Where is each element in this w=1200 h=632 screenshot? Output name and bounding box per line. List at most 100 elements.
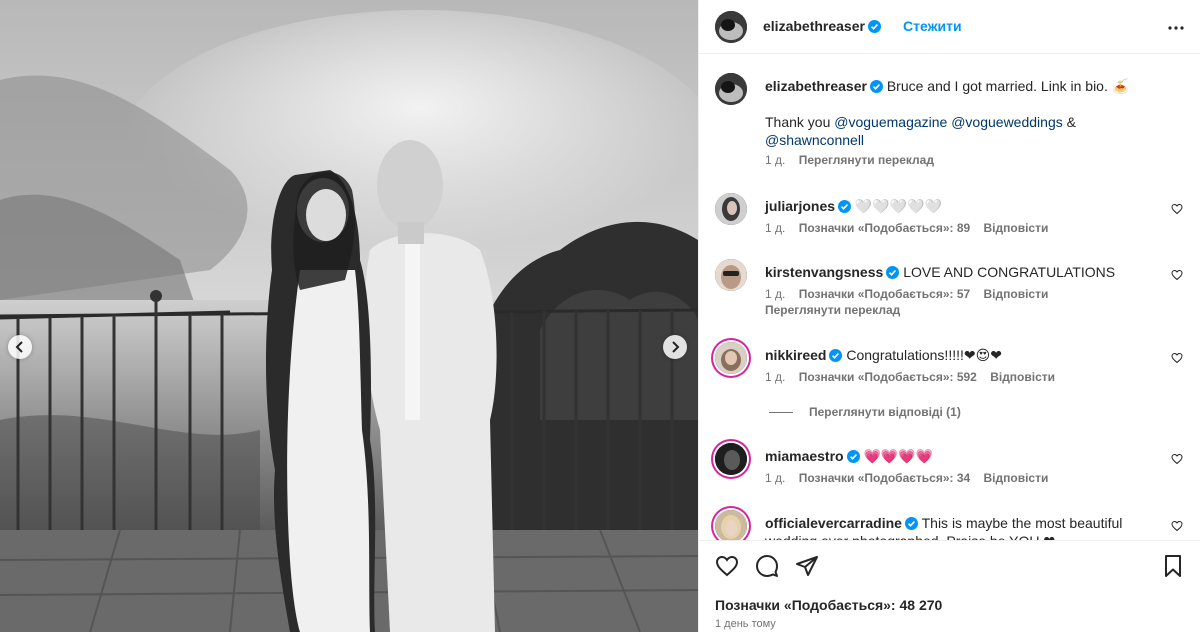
comment-age: 1 д. <box>765 471 786 485</box>
comment-meta: 1 д. Позначки «Подобається»: 34 Відповіс… <box>765 471 1058 485</box>
commenter-avatar-story-ring[interactable] <box>715 443 747 475</box>
reply-button[interactable]: Відповісти <box>984 221 1049 235</box>
commenter-avatar-story-ring[interactable] <box>715 342 747 374</box>
more-options-icon[interactable] <box>1166 18 1186 38</box>
like-comment-heart-icon[interactable] <box>1171 203 1183 215</box>
post-header: elizabethreaser Стежити <box>699 0 1200 54</box>
commenter-avatar[interactable] <box>715 259 747 291</box>
post-viewer: elizabethreaser Стежити elizabethreaser … <box>0 0 1200 632</box>
commenter-avatar-image <box>715 342 747 374</box>
caption-body: elizabethreaser Bruce and I got married.… <box>765 77 1165 149</box>
comment-body: juliarjones 🤍🤍🤍🤍🤍 <box>765 197 1165 215</box>
comment-bubble-icon[interactable] <box>755 554 779 578</box>
reply-button[interactable]: Відповісти <box>990 370 1055 384</box>
comment-meta: 1 д. Позначки «Подобається»: 57 Відповіс… <box>765 287 1058 301</box>
view-replies-button[interactable]: Переглянути відповіді (1) <box>769 405 961 419</box>
verified-badge-icon <box>838 200 852 213</box>
like-comment-heart-icon[interactable] <box>1171 352 1183 364</box>
commenter-avatar-image <box>715 510 747 540</box>
view-replies-label: Переглянути відповіді (1) <box>809 405 961 419</box>
comment-item: juliarjones 🤍🤍🤍🤍🤍 1 д. Позначки «Подобає… <box>715 193 1185 243</box>
like-comment-heart-icon[interactable] <box>1171 520 1183 532</box>
comment-likes-count[interactable]: Позначки «Подобається»: 592 <box>799 370 977 384</box>
mention-link-shawnconnell[interactable]: @shawnconnell <box>765 132 864 148</box>
chevron-left-icon <box>15 341 23 353</box>
post-timestamp[interactable]: 1 день тому <box>715 618 776 630</box>
verified-badge-icon <box>869 80 883 93</box>
share-paper-plane-icon[interactable] <box>795 554 819 578</box>
replies-divider-line <box>769 412 793 414</box>
follow-button[interactable]: Стежити <box>903 18 962 34</box>
comment-username[interactable]: nikkireed <box>765 347 826 363</box>
caption-thanks-text: Thank you <box>765 114 835 130</box>
see-translation-button[interactable]: Переглянути переклад <box>799 153 934 167</box>
comment-text: 🤍🤍🤍🤍🤍 <box>854 198 943 214</box>
see-translation-button[interactable]: Переглянути переклад <box>765 303 900 317</box>
commenter-avatar-image <box>715 443 747 475</box>
comment-body: officialevercarradine This is maybe the … <box>765 514 1165 540</box>
like-heart-icon[interactable] <box>715 554 739 578</box>
comments-list[interactable]: elizabethreaser Bruce and I got married.… <box>699 55 1200 540</box>
verified-badge-icon <box>886 266 900 279</box>
comment-body: miamaestro 💗💗💗💗 <box>765 447 1165 465</box>
comment-age: 1 д. <box>765 370 786 384</box>
comment-translate-row: Переглянути переклад <box>765 303 910 317</box>
commenter-avatar[interactable] <box>715 193 747 225</box>
caption-age: 1 д. <box>765 153 786 167</box>
caption-meta: 1 д. Переглянути переклад <box>765 153 944 167</box>
author-avatar-small[interactable] <box>715 73 747 105</box>
verified-badge-icon <box>846 450 860 463</box>
commenter-avatar-story-ring[interactable] <box>715 510 747 540</box>
comment-text: 💗💗💗💗 <box>863 448 934 464</box>
post-actions-bar: Позначки «Подобається»: 48 270 1 день то… <box>699 540 1200 632</box>
comment-age: 1 д. <box>765 221 786 235</box>
comment-username[interactable]: miamaestro <box>765 448 844 464</box>
reply-button[interactable]: Відповісти <box>984 287 1049 301</box>
author-avatar[interactable] <box>715 11 747 43</box>
post-side-panel: elizabethreaser Стежити elizabethreaser … <box>698 0 1200 632</box>
verified-badge-icon <box>904 517 918 530</box>
like-comment-heart-icon[interactable] <box>1171 269 1183 281</box>
comment-meta: 1 д. Позначки «Подобається»: 592 Відпові… <box>765 370 1065 384</box>
chevron-right-icon <box>672 341 680 353</box>
commenter-avatar-image <box>715 193 747 225</box>
next-photo-button[interactable] <box>663 335 687 359</box>
comment-age: 1 д. <box>765 287 786 301</box>
comment-likes-count[interactable]: Позначки «Подобається»: 57 <box>799 287 970 301</box>
mention-link-voguemagazine[interactable]: @voguemagazine <box>834 114 947 130</box>
author-avatar-image <box>715 11 747 43</box>
caption-username[interactable]: elizabethreaser <box>765 78 867 94</box>
verified-badge-icon <box>829 349 843 362</box>
comment-username[interactable]: officialevercarradine <box>765 515 902 531</box>
author-username: elizabethreaser <box>763 18 865 34</box>
like-comment-heart-icon[interactable] <box>1171 453 1183 465</box>
comment-text: LOVE AND CONGRATULATIONS <box>903 264 1116 280</box>
caption-ampersand: & <box>1062 114 1076 130</box>
author-username-link[interactable]: elizabethreaser <box>763 18 881 34</box>
author-avatar-image <box>715 73 747 105</box>
comment-username[interactable]: juliarjones <box>765 198 835 214</box>
wedding-photo-image <box>0 0 698 632</box>
comment-item: nikkireed Congratulations!!!!!❤😍❤ 1 д. П… <box>715 342 1185 392</box>
comment-item: kirstenvangsness LOVE AND CONGRATULATION… <box>715 259 1185 325</box>
comment-likes-count[interactable]: Позначки «Подобається»: 34 <box>799 471 970 485</box>
comment-body: kirstenvangsness LOVE AND CONGRATULATION… <box>765 263 1165 281</box>
comment-text: Congratulations!!!!!❤😍❤ <box>846 347 1002 363</box>
caption-emoji: 🍝 <box>1111 78 1130 94</box>
post-likes-count[interactable]: Позначки «Подобається»: 48 270 <box>715 597 942 613</box>
post-photo[interactable] <box>0 0 698 632</box>
verified-badge-icon <box>867 20 881 33</box>
comment-item: officialevercarradine This is maybe the … <box>715 510 1185 540</box>
comment-body: nikkireed Congratulations!!!!!❤😍❤ <box>765 346 1165 364</box>
previous-photo-button[interactable] <box>8 335 32 359</box>
comment-username[interactable]: kirstenvangsness <box>765 264 883 280</box>
commenter-avatar-image <box>715 259 747 291</box>
mention-link-vogueweddings[interactable]: @vogueweddings <box>951 114 1063 130</box>
save-bookmark-icon[interactable] <box>1161 554 1185 578</box>
comment-item: miamaestro 💗💗💗💗 1 д. Позначки «Подобаєть… <box>715 443 1185 493</box>
reply-button[interactable]: Відповісти <box>984 471 1049 485</box>
caption-text: Bruce and I got married. Link in bio. <box>886 78 1112 94</box>
comment-meta: 1 д. Позначки «Подобається»: 89 Відповіс… <box>765 221 1058 235</box>
caption-comment: elizabethreaser Bruce and I got married.… <box>715 73 1185 173</box>
comment-likes-count[interactable]: Позначки «Подобається»: 89 <box>799 221 970 235</box>
